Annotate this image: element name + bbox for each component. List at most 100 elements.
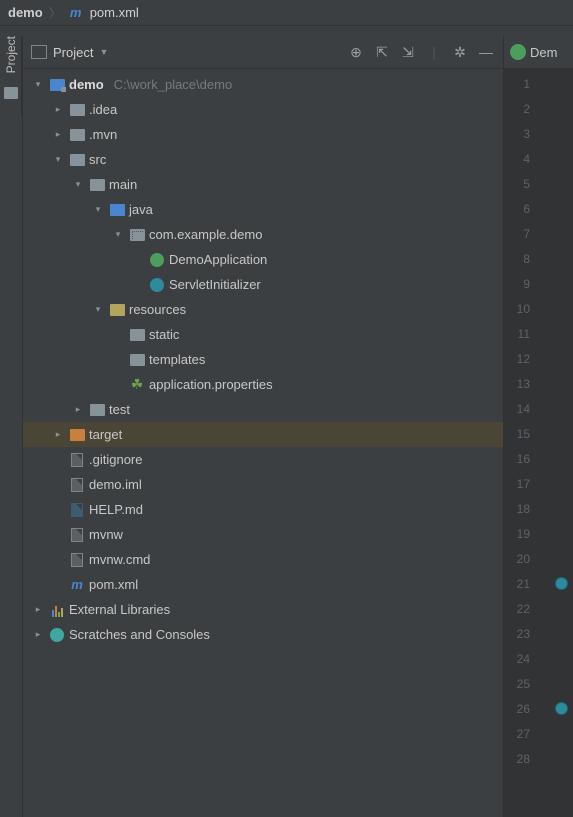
spring-config-icon: ☘ [129,377,145,393]
gutter-line[interactable]: 1 [504,71,573,96]
collapse-all-icon[interactable]: ⇲ [399,43,417,61]
gutter-line[interactable]: 13 [504,371,573,396]
expand-arrow-icon[interactable]: ▸ [31,604,45,615]
expand-arrow-icon[interactable]: ▸ [51,104,65,115]
gutter-line[interactable]: 10 [504,296,573,321]
tree-row[interactable]: ▸.mvn [23,122,503,147]
spring-class-icon [150,253,164,267]
tree-row[interactable]: ServletInitializer [23,272,503,297]
tree-row[interactable]: mvnw [23,522,503,547]
gear-icon[interactable]: ✲ [451,43,469,61]
breadcrumb-root[interactable]: demo [8,5,43,20]
tree-row[interactable]: ▾src [23,147,503,172]
gutter-line[interactable]: 19 [504,521,573,546]
breadcrumb-file[interactable]: pom.xml [90,5,139,20]
gutter-line[interactable]: 23 [504,621,573,646]
tree-row[interactable]: demo.iml [23,472,503,497]
gutter-line[interactable]: 8 [504,246,573,271]
gutter-override-icon[interactable] [555,577,568,590]
locate-icon[interactable]: ⊕ [347,43,365,61]
tree-row[interactable]: pom.xml [23,572,503,597]
tree-row[interactable]: ▸.idea [23,97,503,122]
tree-row[interactable]: ▾main [23,172,503,197]
gutter-line[interactable]: 20 [504,546,573,571]
tree-row[interactable]: templates [23,347,503,372]
gutter-line[interactable]: 9 [504,271,573,296]
tree-row[interactable]: HELP.md [23,497,503,522]
expand-all-icon[interactable]: ⇱ [373,43,391,61]
project-tree[interactable]: ▾demoC:\work_place\demo▸.idea▸.mvn▾src▾m… [23,69,503,817]
line-number: 18 [504,502,530,516]
tree-row[interactable]: DemoApplication [23,247,503,272]
file-icon [71,453,83,467]
gutter-line[interactable]: 6 [504,196,573,221]
tree-row[interactable]: ▾demoC:\work_place\demo [23,72,503,97]
gutter-line[interactable]: 16 [504,446,573,471]
gutter-line[interactable]: 17 [504,471,573,496]
file-icon [71,528,83,542]
gutter-line[interactable]: 3 [504,121,573,146]
tree-row[interactable]: ▸Scratches and Consoles [23,622,503,647]
gutter-line[interactable]: 28 [504,746,573,771]
tree-row[interactable]: ▾java [23,197,503,222]
editor-gutter[interactable]: 1234567891011121314151617181920212223242… [504,69,573,817]
gutter-line[interactable]: 27 [504,721,573,746]
expand-arrow-icon[interactable]: ▾ [91,304,105,315]
line-number: 16 [504,452,530,466]
gutter-line[interactable]: 5 [504,171,573,196]
tree-row[interactable]: ▸test [23,397,503,422]
gutter-mark[interactable] [553,702,569,715]
gutter-line[interactable]: 2 [504,96,573,121]
expand-arrow-icon[interactable]: ▾ [111,229,125,240]
source-folder-icon [110,204,125,216]
folder-icon [70,129,85,141]
tree-item-label: com.example.demo [149,227,262,242]
line-number: 17 [504,477,530,491]
line-number: 26 [504,702,530,716]
tree-row[interactable]: ▸ target [23,422,503,447]
gutter-line[interactable]: 4 [504,146,573,171]
gutter-line[interactable]: 7 [504,221,573,246]
chevron-down-icon: ▼ [99,47,108,57]
gutter-line[interactable]: 21 [504,571,573,596]
project-panel-header: Project ▼ ⊕ ⇱ ⇲ | ✲ — [23,36,503,69]
project-tool-tab[interactable]: Project [4,36,18,73]
tree-row[interactable]: ▾ com.example.demo [23,222,503,247]
tree-item-label: pom.xml [89,577,138,592]
tree-row[interactable]: ☘application.properties [23,372,503,397]
gutter-line[interactable]: 14 [504,396,573,421]
editor-tab[interactable]: Dem [504,36,573,69]
line-number: 6 [504,202,530,216]
tree-item-label: target [89,427,122,442]
tree-row[interactable]: static [23,322,503,347]
gutter-line[interactable]: 11 [504,321,573,346]
expand-arrow-icon[interactable]: ▸ [31,629,45,640]
expand-arrow-icon[interactable]: ▾ [51,154,65,165]
structure-tool-tab[interactable] [4,87,18,99]
tree-row[interactable]: mvnw.cmd [23,547,503,572]
gutter-line[interactable]: 18 [504,496,573,521]
gutter-override-icon[interactable] [555,702,568,715]
expand-arrow-icon[interactable]: ▸ [51,129,65,140]
tree-row[interactable]: ▾resources [23,297,503,322]
tree-row[interactable]: ▸External Libraries [23,597,503,622]
gutter-line[interactable]: 25 [504,671,573,696]
project-view-dropdown[interactable]: Project ▼ [31,45,108,60]
line-number: 20 [504,552,530,566]
expand-arrow-icon[interactable]: ▾ [31,79,45,90]
gutter-line[interactable]: 12 [504,346,573,371]
expand-arrow-icon[interactable]: ▾ [71,179,85,190]
line-number: 4 [504,152,530,166]
tree-item-label: templates [149,352,205,367]
tree-row[interactable]: .gitignore [23,447,503,472]
minimize-icon[interactable]: — [477,43,495,61]
gutter-line[interactable]: 26 [504,696,573,721]
expand-arrow-icon[interactable]: ▸ [51,429,65,440]
gutter-line[interactable]: 15 [504,421,573,446]
line-number: 9 [504,277,530,291]
gutter-line[interactable]: 22 [504,596,573,621]
gutter-mark[interactable] [553,577,569,590]
expand-arrow-icon[interactable]: ▸ [71,404,85,415]
gutter-line[interactable]: 24 [504,646,573,671]
expand-arrow-icon[interactable]: ▾ [91,204,105,215]
